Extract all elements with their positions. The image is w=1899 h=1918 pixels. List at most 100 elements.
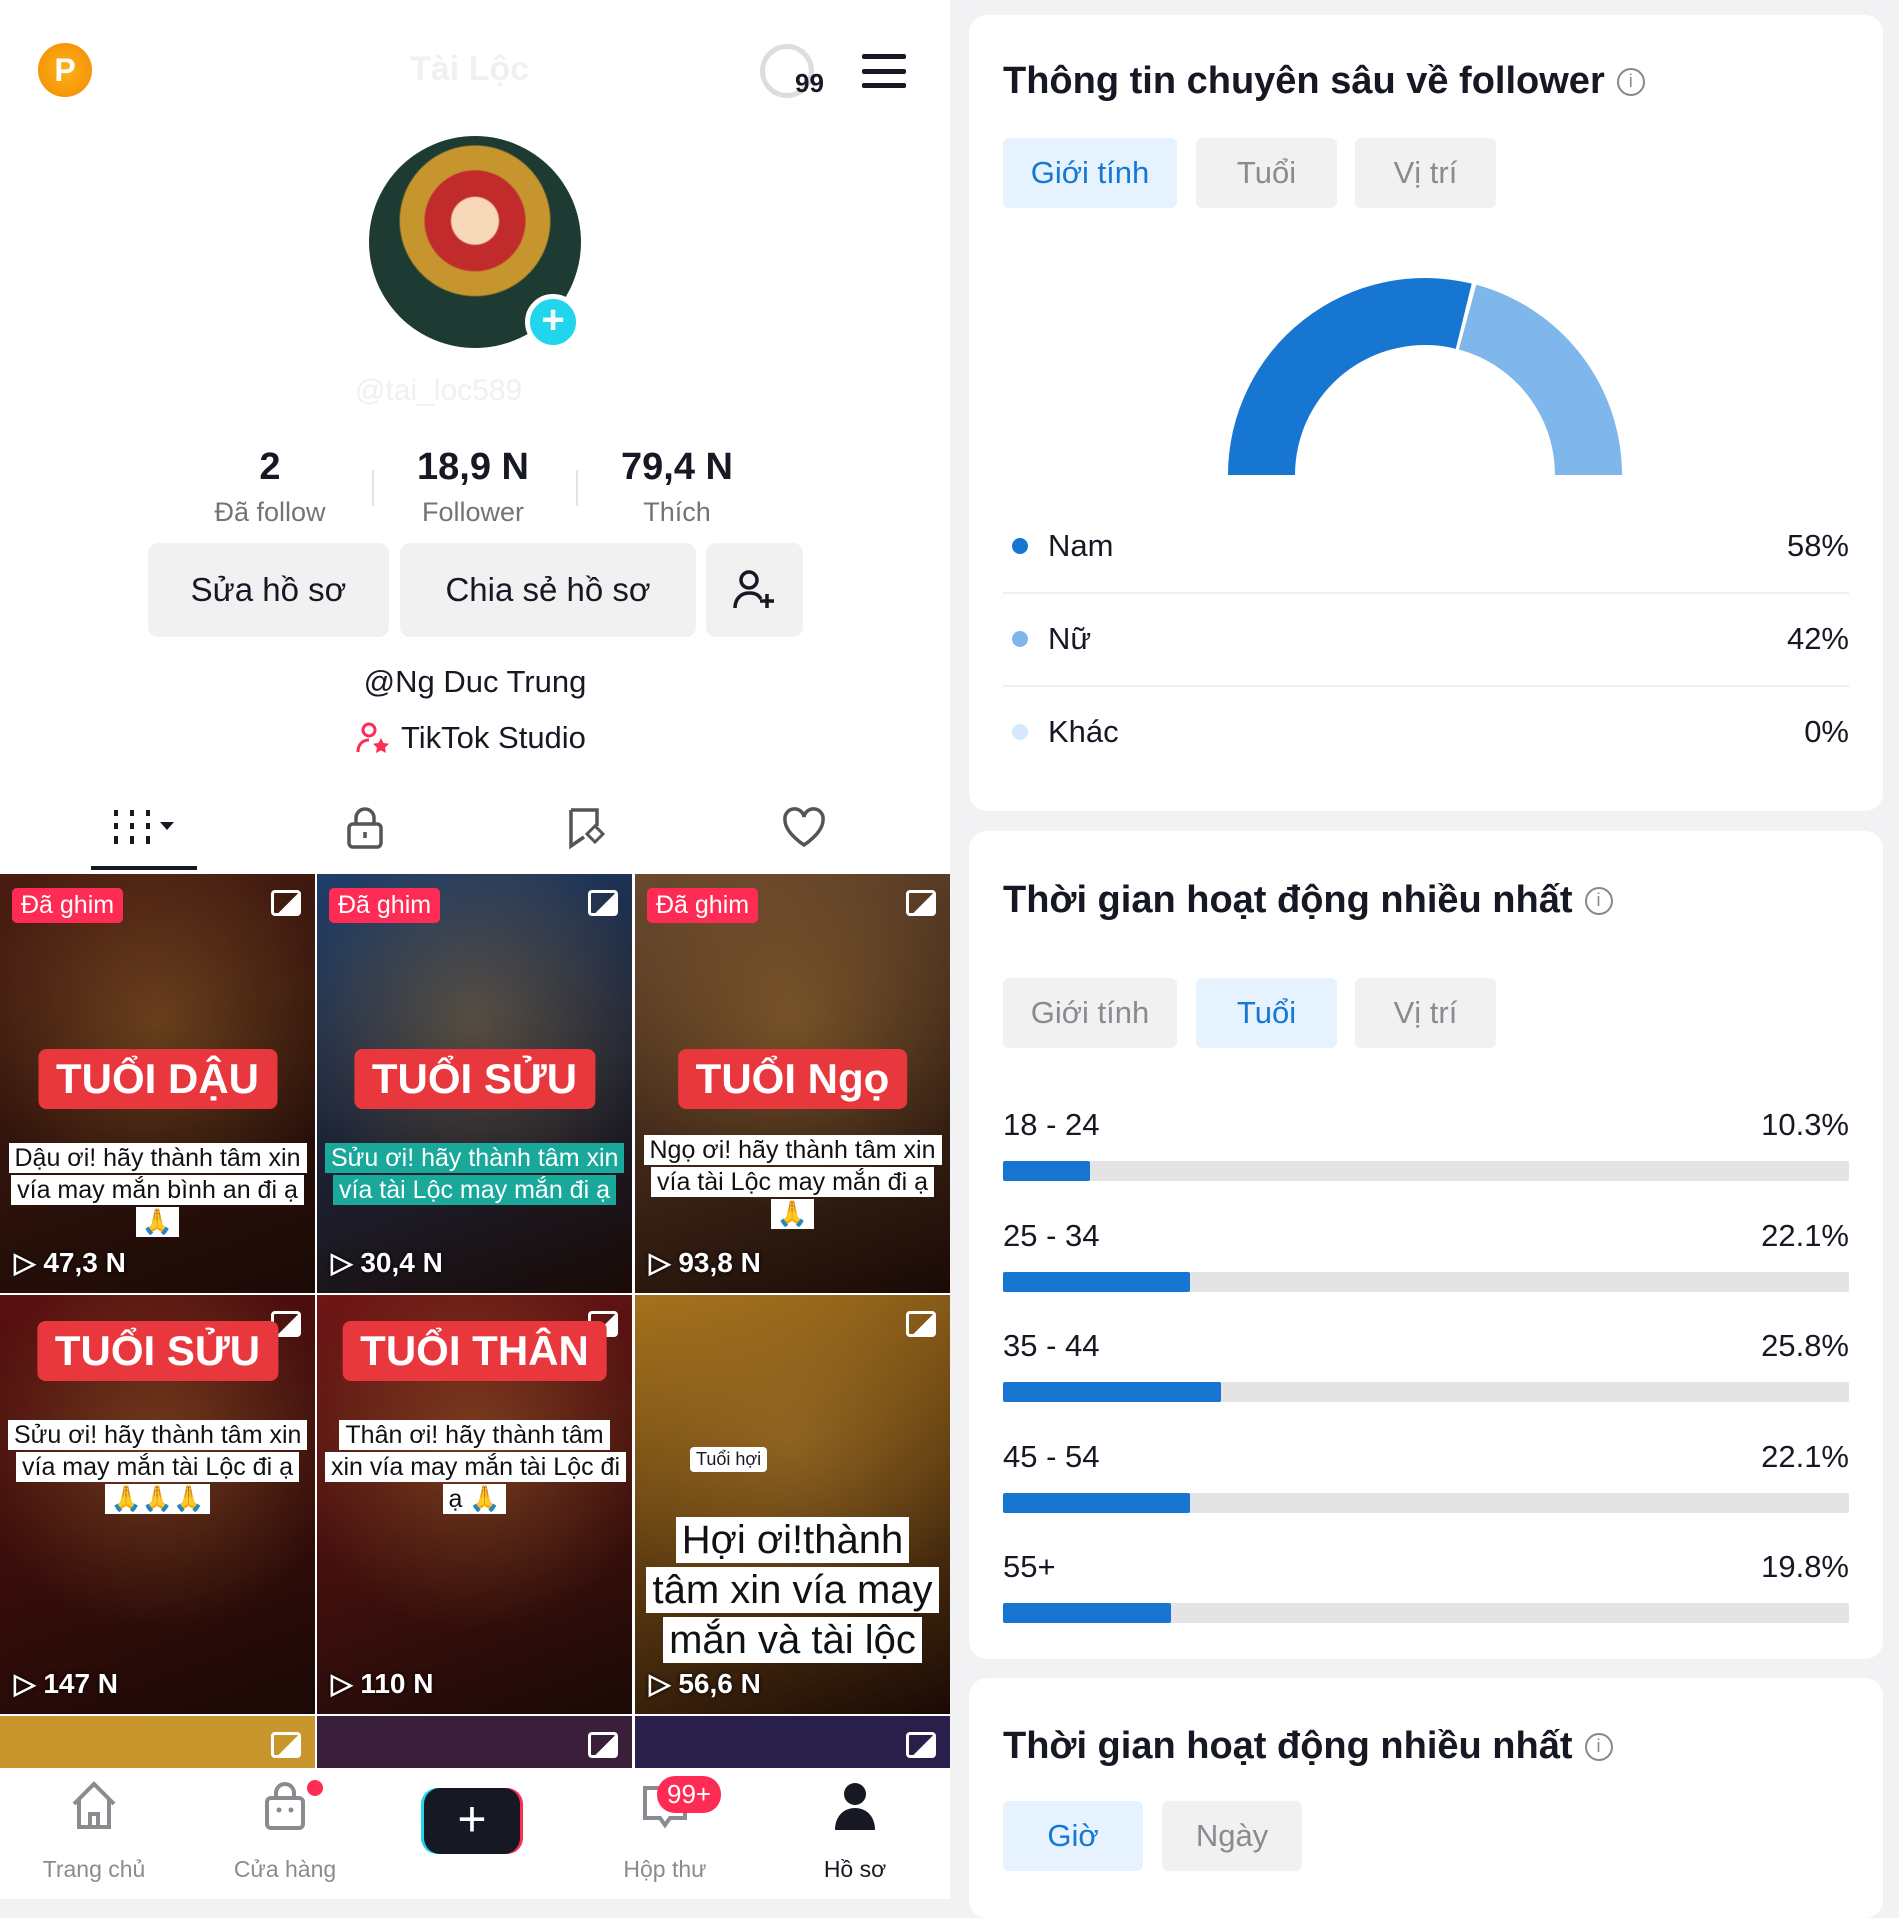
inbox-badge: 99+ <box>657 1776 722 1813</box>
shop-icon <box>265 1782 305 1830</box>
card-title: Thời gian hoạt động nhiều nhất i <box>1003 1725 1613 1768</box>
create-button[interactable]: + <box>421 1788 523 1854</box>
view-count: 93,8 N <box>649 1246 761 1279</box>
legend-row: Nam 58% <box>1003 520 1849 570</box>
video-tile[interactable] <box>317 1716 632 1768</box>
video-caption: Dậu ơi! hãy thành tâm xin vía may mắn bì… <box>8 1142 307 1238</box>
view-count: 110 N <box>331 1667 433 1700</box>
tab-videos[interactable] <box>112 805 182 851</box>
plus-icon: + <box>424 1788 520 1854</box>
photo-icon <box>271 1732 301 1758</box>
view-count: 30,4 N <box>331 1246 443 1279</box>
add-friend-button[interactable] <box>706 543 803 637</box>
legend-label: Nữ <box>1048 621 1092 656</box>
video-tile[interactable]: Đã ghim TUỔI Ngọ Ngọ ơi! hãy thành tâm xin… <box>635 874 950 1293</box>
photo-icon <box>271 890 301 916</box>
nav-profile[interactable]: Hồ sơ <box>775 1778 935 1882</box>
tab-location[interactable]: Vị trí <box>1355 138 1496 208</box>
tiktok-studio-link[interactable]: TikTok Studio <box>355 720 586 756</box>
age-bar-fill <box>1003 1271 1190 1292</box>
divider <box>1003 685 1849 687</box>
age-value: 25.8% <box>1761 1328 1849 1363</box>
age-bar-fill <box>1003 1603 1171 1623</box>
video-tile[interactable]: Đã ghim TUỔI SỬU Sửu ơi! hãy thành tâm xin… <box>317 874 632 1293</box>
video-caption: Hợi ơi!thành tâm xin vía may mắn và tài … <box>643 1515 942 1665</box>
stat-following[interactable]: 2 Đã follow <box>170 446 370 528</box>
age-label: 55+ <box>1003 1549 1056 1584</box>
pinned-badge: Đã ghim <box>12 888 124 923</box>
tab-gender[interactable]: Giới tính <box>1003 978 1177 1048</box>
photo-icon <box>588 890 618 916</box>
video-caption: Sửu ơi! hãy thành tâm xin vía may mắn tà… <box>8 1419 308 1515</box>
nav-home[interactable]: Trang chủ <box>14 1778 174 1882</box>
photo-icon <box>906 890 936 916</box>
tab-location[interactable]: Vị trí <box>1355 978 1496 1048</box>
video-caption: Thân ơi! hãy thành tâm xin vía may mắn t… <box>325 1419 627 1515</box>
tab-reposts[interactable] <box>562 805 612 851</box>
age-bar-track <box>1003 1382 1849 1402</box>
follower-insights-card: Thông tin chuyên sâu về follower i Giới t… <box>969 15 1883 811</box>
view-count: 47,3 N <box>14 1246 126 1279</box>
age-value: 22.1% <box>1761 1217 1849 1253</box>
home-icon <box>72 1781 116 1829</box>
tab-gender[interactable]: Giới tính <box>1003 138 1177 208</box>
video-title: TUỔI THÂN <box>342 1321 607 1381</box>
video-tile[interactable]: TUỔI SỬU Sửu ơi! hãy thành tâm xin vía ma… <box>0 1295 315 1714</box>
legend-label: Khác <box>1048 714 1119 749</box>
nav-inbox[interactable]: Hộp thư 99+ <box>585 1776 745 1882</box>
video-title: TUỔI DẬU <box>38 1049 277 1109</box>
age-label: 45 - 54 <box>1003 1438 1100 1474</box>
legend-dot <box>1012 724 1028 740</box>
edit-profile-button[interactable]: Sửa hồ sơ <box>148 543 389 637</box>
add-story-icon[interactable]: + <box>525 294 581 350</box>
lock-icon <box>347 807 383 849</box>
video-caption: Sửu ơi! hãy thành tâm xin vía tài Lộc ma… <box>325 1142 625 1206</box>
bookmark-icon <box>569 808 606 850</box>
legend-row: Khác 0% <box>1003 706 1849 756</box>
info-icon[interactable]: i <box>1584 886 1613 915</box>
age-value: 22.1% <box>1761 1438 1849 1474</box>
info-icon[interactable]: i <box>1584 1732 1613 1761</box>
coin-icon[interactable]: P <box>38 43 92 97</box>
video-title: TUỔI SỬU <box>36 1321 279 1381</box>
age-row: 25 - 34 22.1% <box>1003 1217 1849 1292</box>
video-tile[interactable] <box>635 1716 950 1768</box>
info-icon[interactable]: i <box>1616 67 1645 96</box>
video-tile[interactable]: Tuổi hợi Hợi ơi!thành tâm xin vía may mắn… <box>635 1295 950 1714</box>
stat-label: Follower <box>421 497 525 527</box>
tab-liked[interactable] <box>779 805 829 851</box>
tab-private[interactable] <box>340 805 390 851</box>
video-tile[interactable]: Đã ghim TUỔI DẬU Dậu ơi! hãy thành tâm xin… <box>0 874 315 1293</box>
photo-icon <box>588 1732 618 1758</box>
divider <box>1003 592 1849 594</box>
card-title: Thông tin chuyên sâu về follower i <box>1003 60 1645 103</box>
age-bar-fill <box>1003 1492 1190 1513</box>
age-label: 35 - 44 <box>1003 1328 1100 1363</box>
tab-day[interactable]: Ngày <box>1162 1801 1302 1871</box>
video-caption: Ngọ ơi! hãy thành tâm xin vía tài Lộc ma… <box>643 1134 942 1230</box>
share-profile-button[interactable]: Chia sẻ hồ sơ <box>400 543 696 637</box>
view-count: 147 N <box>14 1667 118 1700</box>
tab-age[interactable]: Tuổi <box>1196 978 1337 1048</box>
age-bar-track <box>1003 1161 1849 1181</box>
age-label: 18 - 24 <box>1003 1107 1100 1142</box>
pinned-badge: Đã ghim <box>647 888 759 923</box>
video-tile[interactable] <box>0 1716 315 1768</box>
legend-value: 58% <box>1786 528 1849 563</box>
video-tag: Tuổi hợi <box>690 1447 768 1472</box>
stat-likes[interactable]: 79,4 N Thích <box>577 446 777 528</box>
activity-age-card: Thời gian hoạt động nhiều nhất i Giới tín… <box>969 831 1883 1659</box>
tab-age[interactable]: Tuổi <box>1196 138 1337 208</box>
video-tile[interactable]: TUỔI THÂN Thân ơi! hãy thành tâm xin vía … <box>317 1295 632 1714</box>
nav-shop[interactable]: Cửa hàng <box>205 1778 365 1882</box>
age-value: 10.3% <box>1761 1107 1849 1142</box>
video-title: TUỔI SỬU <box>353 1049 596 1109</box>
notification-dot <box>307 1780 323 1796</box>
tab-hour[interactable]: Giờ <box>1003 1801 1143 1871</box>
photo-icon <box>906 1732 936 1758</box>
donut-segment-Nữ <box>1458 284 1622 475</box>
active-tab-indicator <box>91 866 197 870</box>
stat-followers[interactable]: 18,9 N Follower <box>373 446 573 528</box>
age-row: 55+ 19.8% <box>1003 1549 1849 1623</box>
menu-icon[interactable] <box>862 54 906 88</box>
